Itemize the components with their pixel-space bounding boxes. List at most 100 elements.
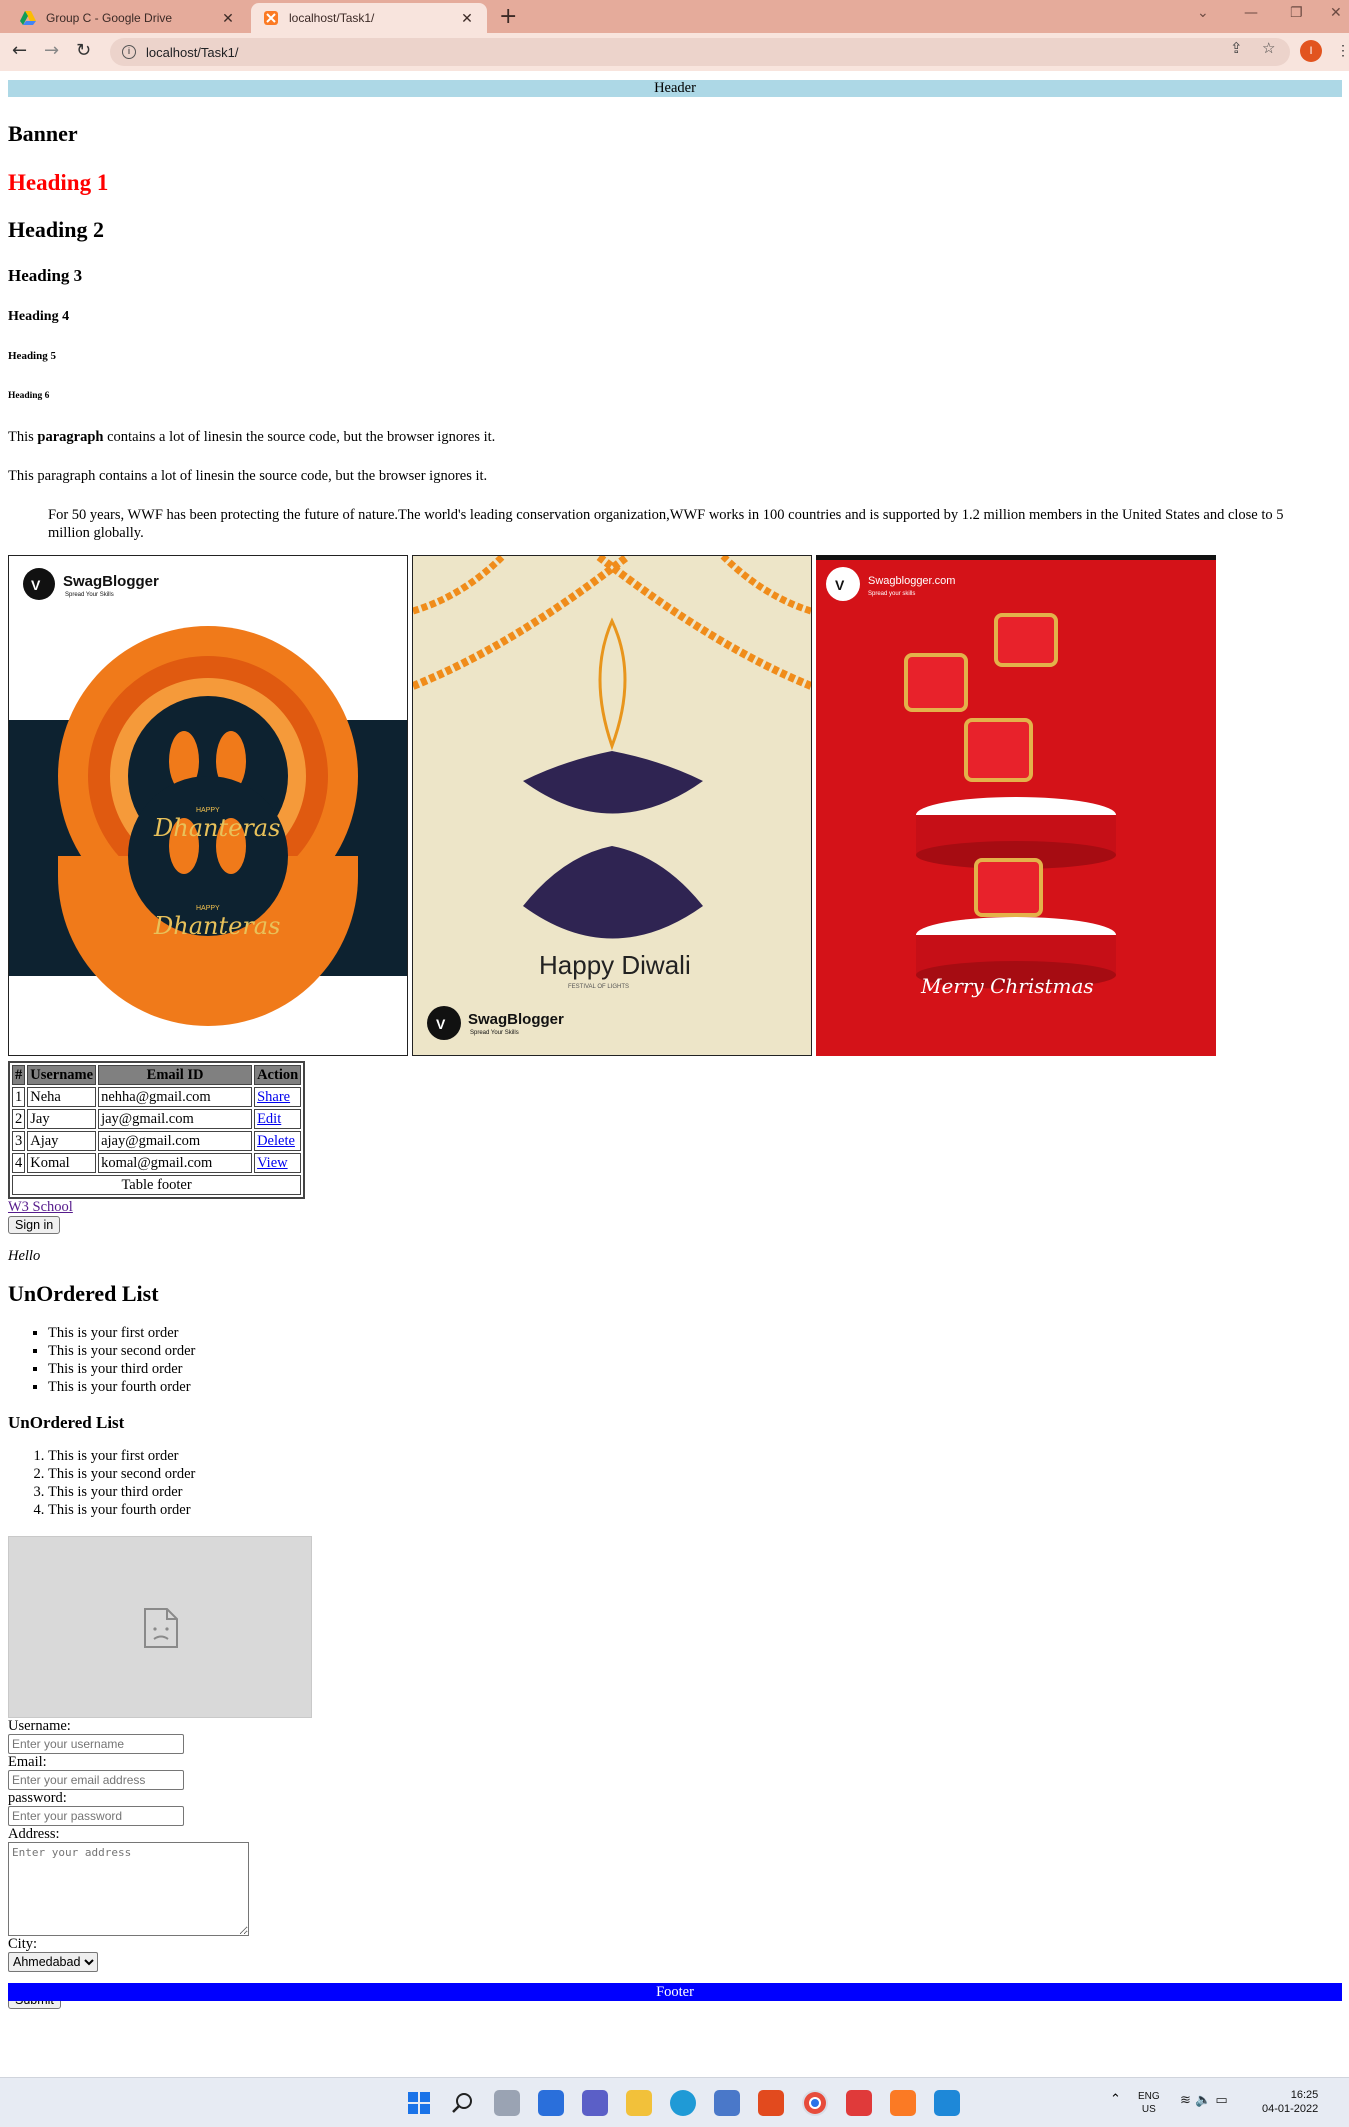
username-input[interactable] — [8, 1734, 184, 1754]
email-label: Email: — [8, 1754, 47, 1770]
heading-2: Heading 2 — [8, 217, 104, 242]
store-icon[interactable] — [714, 2090, 740, 2116]
list-item: This is your first order — [48, 1324, 1341, 1342]
password-input[interactable] — [8, 1806, 184, 1826]
edge-icon[interactable] — [670, 2090, 696, 2116]
row-number: 1 — [12, 1087, 26, 1107]
paragraph-2: This paragraph contains a lot of linesin… — [8, 468, 488, 484]
row-action: Share — [254, 1087, 302, 1107]
tab-localhost[interactable]: localhost/Task1/ ✕ — [251, 3, 487, 33]
broken-image-icon — [144, 1608, 178, 1648]
column-header: Username — [27, 1065, 97, 1085]
share-icon[interactable]: ⇪ — [1230, 39, 1243, 57]
restore-button[interactable]: ❐ — [1290, 5, 1303, 21]
row-username: Neha — [27, 1087, 97, 1107]
svg-text:V: V — [436, 1016, 446, 1032]
city-select[interactable]: Ahmedabad — [8, 1952, 98, 1972]
row-email: nehha@gmail.com — [98, 1087, 253, 1107]
xampp-icon — [264, 11, 278, 25]
close-tab-icon[interactable]: ✕ — [220, 10, 236, 27]
system-clock[interactable]: 16:25 04-01-2022 — [1262, 2088, 1318, 2116]
region-text: US — [1141, 2104, 1156, 2115]
chrome-icon[interactable] — [802, 2090, 828, 2116]
email-input[interactable] — [8, 1770, 184, 1790]
edit-link[interactable]: Edit — [257, 1111, 281, 1127]
page-header: Header — [8, 80, 1342, 97]
list-item: This is your fourth order — [48, 1501, 1341, 1519]
share-link[interactable]: Share — [257, 1089, 290, 1105]
profile-avatar[interactable]: I — [1300, 40, 1322, 62]
diwali-image: Happy Diwali FESTIVAL OF LIGHTS V SwagBl… — [412, 555, 812, 1056]
paragraph-1-prefix: This — [8, 429, 38, 445]
diwali-brand: SwagBlogger — [468, 1011, 564, 1028]
paragraph-1-bold: paragraph — [37, 429, 104, 445]
time-text: 16:25 — [1290, 2089, 1319, 2101]
teams-chat-icon[interactable] — [582, 2090, 608, 2116]
heading-5: Heading 5 — [8, 350, 56, 362]
tab-title: Group C - Google Drive — [46, 11, 173, 25]
table-header-row: # Username Email ID Action — [12, 1065, 302, 1085]
view-link[interactable]: View — [257, 1155, 288, 1171]
task-view-icon[interactable] — [494, 2090, 520, 2116]
address-textarea[interactable] — [8, 1842, 249, 1936]
dhanteras-image: V SwagBlogger Spread Your Skills HAPPY D… — [8, 555, 408, 1056]
windows-start-icon[interactable] — [406, 2090, 432, 2116]
w3-school-link[interactable]: W3 School — [8, 1199, 1341, 1216]
wwf-blockquote: For 50 years, WWF has been protecting th… — [48, 507, 1284, 541]
tab-search-icon[interactable]: ⌄ — [1197, 5, 1209, 21]
column-header: Email ID — [98, 1065, 253, 1085]
signup-form: Username: Email: password: Address: City… — [8, 1718, 1341, 2009]
tab-title: localhost/Task1/ — [289, 11, 375, 25]
system-tray[interactable]: ≋ 🔈 ▭ — [1180, 2093, 1228, 2108]
chevron-up-icon[interactable]: ⌃ — [1110, 2092, 1121, 2107]
office-icon[interactable] — [758, 2090, 784, 2116]
page-footer: Footer — [8, 1983, 1342, 2001]
address-label: Address: — [8, 1826, 60, 1842]
anydesk-icon[interactable] — [846, 2090, 872, 2116]
dhanteras-title-top: Dhanteras — [153, 814, 280, 842]
row-username: Komal — [27, 1153, 97, 1173]
dhanteras-title-bottom: Dhanteras — [153, 912, 280, 940]
christmas-image: V Swagblogger.com Spread your skills Mer… — [816, 555, 1216, 1056]
list-item: This is your fourth order — [48, 1378, 1341, 1396]
skype-icon[interactable] — [934, 2090, 960, 2116]
wifi-icon: ≋ — [1180, 2093, 1191, 2108]
xampp-taskbar-icon[interactable] — [890, 2090, 916, 2116]
christmas-tagline: Spread your skills — [868, 591, 915, 597]
heading-3: Heading 3 — [8, 266, 83, 285]
address-bar[interactable]: i localhost/Task1/ — [110, 38, 1290, 66]
file-explorer-icon[interactable] — [626, 2090, 652, 2116]
row-username: Jay — [27, 1109, 97, 1129]
minimize-button[interactable]: — — [1244, 5, 1258, 21]
row-email: ajay@gmail.com — [98, 1131, 253, 1151]
close-window-button[interactable]: ✕ — [1330, 5, 1342, 21]
dhanteras-tagline: Spread Your Skills — [65, 592, 114, 598]
diwali-subtitle: FESTIVAL OF LIGHTS — [568, 984, 629, 990]
new-tab-button[interactable]: + — [499, 4, 517, 29]
bookmark-star-icon[interactable]: ☆ — [1262, 39, 1275, 57]
tab-google-drive[interactable]: Group C - Google Drive ✕ — [8, 3, 248, 33]
table-row: 2 Jay jay@gmail.com Edit — [12, 1109, 302, 1129]
menu-dots-icon[interactable]: ⋮ — [1336, 42, 1349, 59]
image-gallery: V SwagBlogger Spread Your Skills HAPPY D… — [8, 555, 1341, 1057]
site-info-icon[interactable]: i — [122, 45, 136, 59]
back-arrow-icon[interactable]: ← — [12, 40, 27, 61]
diwali-title: Happy Diwali — [539, 950, 691, 980]
search-icon[interactable] — [450, 2090, 476, 2116]
svg-text:V: V — [835, 577, 845, 593]
username-label: Username: — [8, 1718, 71, 1734]
close-tab-icon[interactable]: ✕ — [459, 10, 475, 27]
language-indicator[interactable]: ENG US — [1138, 2090, 1160, 2116]
widgets-icon[interactable] — [538, 2090, 564, 2116]
delete-link[interactable]: Delete — [257, 1133, 295, 1149]
christmas-brand: Swagblogger.com — [868, 575, 955, 587]
volume-icon: 🔈 — [1195, 2093, 1212, 2108]
dhanteras-happy-bottom: HAPPY — [196, 905, 220, 912]
forward-arrow-icon[interactable]: → — [44, 40, 59, 61]
sign-in-button[interactable]: Sign in — [8, 1216, 61, 1234]
christmas-title: Merry Christmas — [920, 974, 1094, 998]
dhanteras-happy-top: HAPPY — [196, 807, 220, 814]
google-drive-icon — [20, 11, 36, 25]
broken-image-placeholder — [8, 1536, 312, 1718]
reload-icon[interactable]: ↻ — [76, 40, 91, 61]
